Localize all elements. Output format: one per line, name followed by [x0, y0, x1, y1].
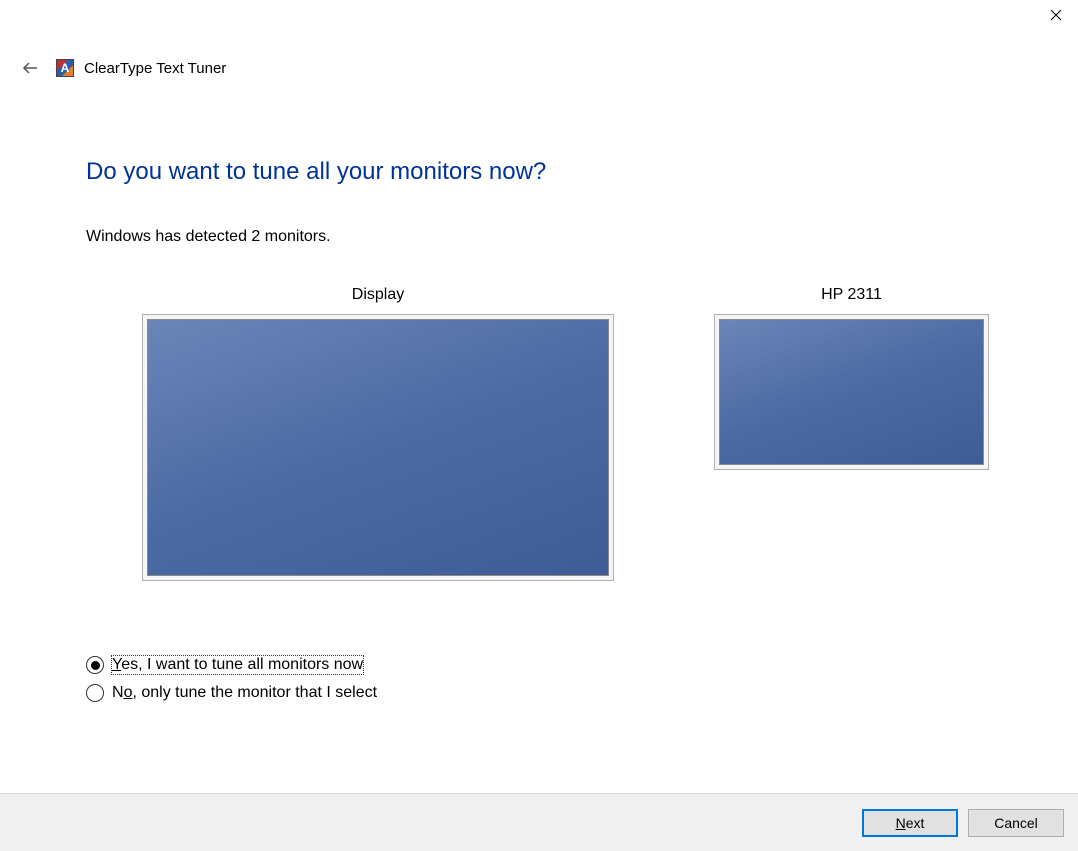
radio-tune-all-indicator — [86, 656, 104, 674]
back-button[interactable] — [18, 56, 42, 80]
monitor-2-screen — [719, 319, 984, 465]
monitor-2-label: HP 2311 — [714, 286, 989, 304]
monitor-1-screen — [147, 319, 609, 576]
radio-tune-selected[interactable]: No, only tune the monitor that I select — [86, 684, 996, 702]
monitor-2-frame — [714, 314, 989, 470]
next-button[interactable]: Next — [862, 809, 958, 837]
cancel-button-label: Cancel — [994, 815, 1038, 831]
wizard-footer: Next Cancel — [0, 793, 1078, 851]
radio-tune-all-label: Yes, I want to tune all monitors now — [112, 656, 363, 674]
radio-tune-all[interactable]: Yes, I want to tune all monitors now — [86, 656, 996, 674]
next-button-label: Next — [896, 815, 925, 831]
back-arrow-icon — [21, 59, 39, 77]
radio-tune-selected-indicator — [86, 684, 104, 702]
close-button[interactable] — [1033, 0, 1078, 30]
page-heading: Do you want to tune all your monitors no… — [86, 158, 996, 186]
cleartype-icon: A — [56, 59, 74, 77]
monitor-1-label: Display — [142, 286, 614, 304]
cancel-button[interactable]: Cancel — [968, 809, 1064, 837]
monitor-1[interactable]: Display — [142, 286, 614, 581]
monitor-2[interactable]: HP 2311 — [714, 286, 989, 470]
detected-monitors-text: Windows has detected 2 monitors. — [86, 228, 996, 246]
monitor-1-frame — [142, 314, 614, 581]
close-icon — [1050, 9, 1062, 21]
radio-tune-selected-label: No, only tune the monitor that I select — [112, 684, 377, 702]
window-title: ClearType Text Tuner — [84, 60, 226, 77]
